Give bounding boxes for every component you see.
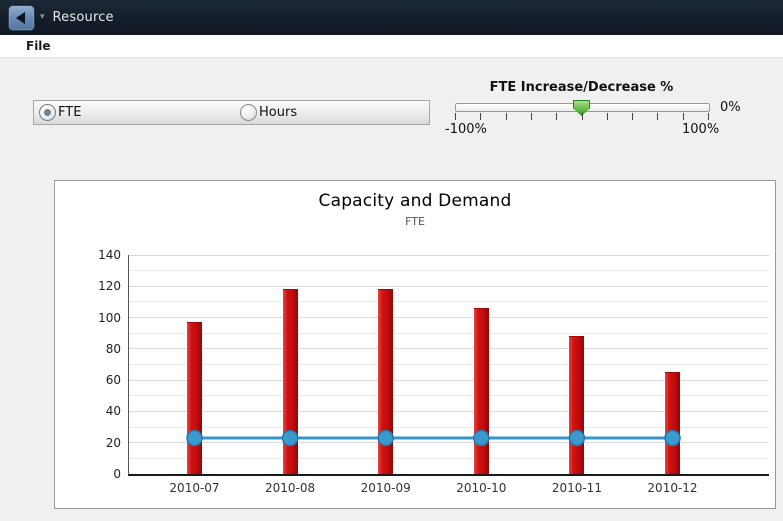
x-axis-label: 2010-07 [150, 481, 240, 495]
slider-tick [455, 113, 456, 120]
capacity-marker [283, 431, 298, 446]
slider-min-label: -100% [445, 122, 487, 137]
plot-area: 0204060801001201402010-072010-082010-092… [128, 255, 769, 476]
slider-tick [531, 113, 532, 120]
capacity-marker [569, 431, 584, 446]
slider-tick [632, 113, 633, 120]
slider-tick [607, 113, 608, 120]
radio-option-hours[interactable]: Hours [240, 101, 297, 124]
fte-slider-group: FTE Increase/Decrease % 0% -100% 100% [445, 80, 780, 140]
y-axis-label: 100 [75, 311, 121, 325]
slider-tick [480, 113, 481, 120]
back-button[interactable] [8, 5, 35, 31]
slider-tick [582, 113, 583, 120]
radio-label-hours: Hours [259, 105, 297, 120]
unit-toggle-panel: FTE Hours [33, 100, 430, 125]
slider-tick [708, 113, 709, 120]
x-axis-label: 2010-11 [532, 481, 622, 495]
slider-max-label: 100% [682, 122, 719, 137]
chart-title: Capacity and Demand [55, 191, 775, 211]
slider-ticks [445, 113, 780, 121]
x-axis-label: 2010-08 [245, 481, 335, 495]
capacity-marker [665, 431, 680, 446]
slider-tick [657, 113, 658, 120]
capacity-marker [378, 431, 393, 446]
y-axis-label: 40 [75, 404, 121, 418]
radio-label-fte: FTE [58, 105, 81, 120]
capacity-marker [474, 431, 489, 446]
y-axis-label: 120 [75, 279, 121, 293]
radio-icon-hours[interactable] [240, 104, 257, 121]
y-axis-label: 20 [75, 436, 121, 450]
slider-title: FTE Increase/Decrease % [455, 80, 708, 95]
x-axis-label: 2010-12 [628, 481, 718, 495]
menu-item-file[interactable]: File [26, 39, 51, 53]
radio-option-fte[interactable]: FTE [39, 101, 81, 124]
slider-tick [683, 113, 684, 120]
y-axis-label: 60 [75, 373, 121, 387]
app-header: ▾ Resource [0, 0, 783, 35]
chart-subtitle: FTE [55, 215, 775, 228]
menu-bar: File [0, 35, 783, 58]
slider-tick [556, 113, 557, 120]
x-axis-label: 2010-09 [341, 481, 431, 495]
capacity-line-layer [129, 255, 769, 474]
y-axis-label: 80 [75, 342, 121, 356]
left-arrow-icon [16, 12, 25, 24]
caret-down-icon[interactable]: ▾ [40, 13, 45, 22]
x-axis-label: 2010-10 [436, 481, 526, 495]
window-title: Resource [53, 10, 114, 25]
y-axis-label: 0 [75, 467, 121, 481]
radio-icon-fte[interactable] [39, 104, 56, 121]
chart-panel: Capacity and Demand FTE 0204060801001201… [54, 180, 776, 509]
slider-tick [506, 113, 507, 120]
capacity-marker [187, 431, 202, 446]
y-axis-label: 140 [75, 248, 121, 262]
